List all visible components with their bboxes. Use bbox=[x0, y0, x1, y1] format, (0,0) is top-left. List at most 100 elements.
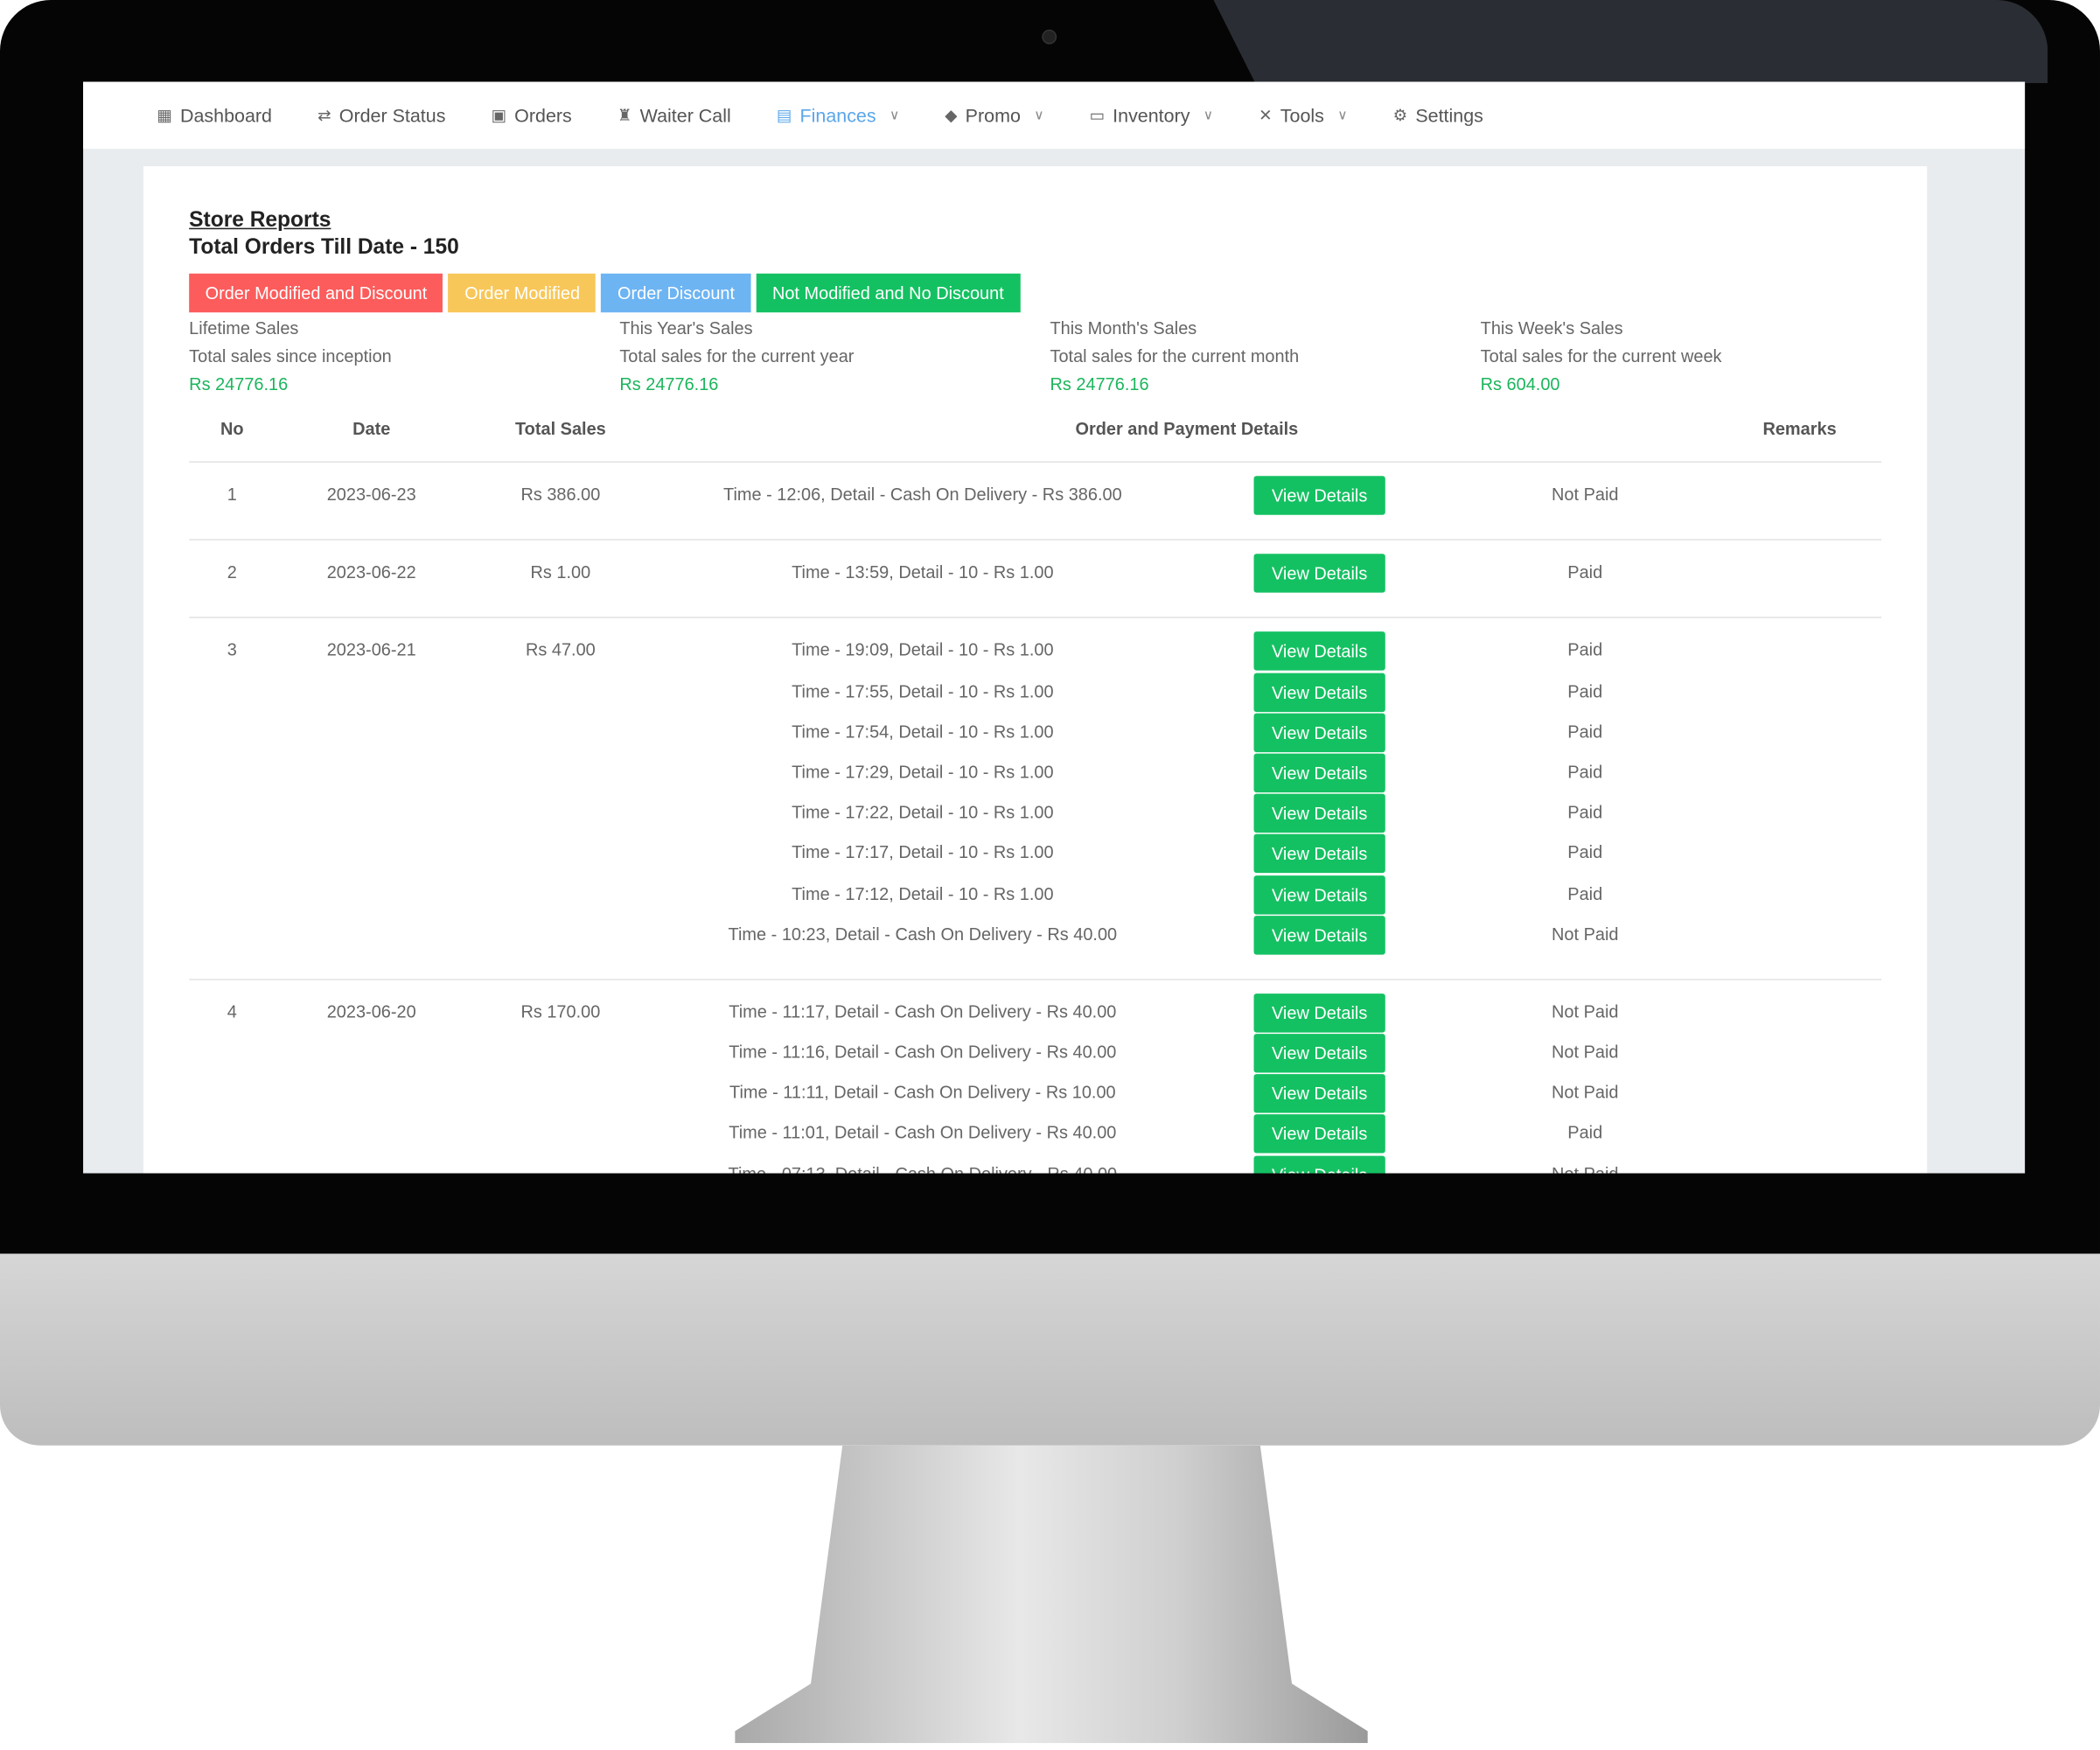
cell-detail: Time - 17:17, Detail - 10 - Rs 1.00 bbox=[792, 842, 1054, 863]
chevron-down-icon: ∨ bbox=[889, 108, 900, 123]
table-row: Time - 10:23, Detail - Cash On Delivery … bbox=[189, 915, 1881, 961]
cell-remark: Not Paid bbox=[1552, 1082, 1619, 1103]
view-details-button[interactable]: View Details bbox=[1253, 672, 1385, 712]
nav-item-orders[interactable]: ▣ Orders bbox=[492, 105, 572, 127]
cell-remark: Not Paid bbox=[1552, 923, 1619, 944]
cell-detail: Time - 11:11, Detail - Cash On Delivery … bbox=[729, 1082, 1116, 1103]
view-details-button[interactable]: View Details bbox=[1253, 834, 1385, 874]
cell-remark: Paid bbox=[1567, 842, 1603, 863]
nav-item-order-status[interactable]: ⇄ Order Status bbox=[317, 105, 445, 127]
table-row-group: 3 2023-06-21 Rs 47.00 Time - 19:09, Detail … bbox=[189, 617, 1882, 979]
view-details-button[interactable]: View Details bbox=[1253, 753, 1385, 793]
cell-detail: Time - 13:59, Detail - 10 - Rs 1.00 bbox=[792, 561, 1054, 582]
nav-label: Waiter Call bbox=[639, 104, 731, 127]
cell-no: 3 bbox=[227, 639, 237, 660]
cell-detail: Time - 11:16, Detail - Cash On Delivery … bbox=[729, 1042, 1117, 1063]
cell-remark: Not Paid bbox=[1552, 1163, 1618, 1173]
header-remarks: Remarks bbox=[1762, 418, 1837, 439]
view-details-button[interactable]: View Details bbox=[1253, 1114, 1385, 1154]
legend-order-modified: Order Modified bbox=[448, 273, 597, 313]
chevron-down-icon: ∨ bbox=[1203, 108, 1214, 123]
view-details-button[interactable]: View Details bbox=[1253, 631, 1385, 672]
cell-date: 2023-06-20 bbox=[326, 1001, 416, 1022]
stat-card: This Year's Sales Total sales for the cur… bbox=[619, 314, 1050, 399]
tag-icon: ◆ bbox=[945, 106, 958, 125]
cell-date: 2023-06-21 bbox=[326, 639, 416, 660]
stat-title: This Month's Sales bbox=[1050, 317, 1197, 338]
cell-detail: Time - 17:55, Detail - 10 - Rs 1.00 bbox=[792, 680, 1054, 701]
table-row: 2 2023-06-22 Rs 1.00 Time - 13:59, Detail -… bbox=[189, 554, 1881, 600]
table-row: Time - 07:13, Detail - Cash On Delivery … bbox=[189, 1155, 1881, 1174]
tools-icon: ✕ bbox=[1259, 106, 1273, 125]
stat-card: This Week's Sales Total sales for the cur… bbox=[1481, 314, 1911, 399]
stat-title: This Year's Sales bbox=[619, 317, 753, 338]
monitor-stand bbox=[735, 1445, 1368, 1744]
cell-total: Rs 170.00 bbox=[520, 1001, 601, 1022]
stat-amount: Rs 24776.16 bbox=[189, 373, 289, 394]
nav-item-finances[interactable]: ▤ Finances ∨ bbox=[777, 105, 899, 127]
view-details-button[interactable]: View Details bbox=[1253, 1155, 1385, 1174]
header-total: Total Sales bbox=[514, 418, 606, 439]
table-row-group: 2 2023-06-22 Rs 1.00 Time - 13:59, Detail -… bbox=[189, 539, 1882, 617]
cell-detail: Time - 17:29, Detail - 10 - Rs 1.00 bbox=[792, 761, 1054, 782]
stat-description: Total sales since inception bbox=[189, 345, 392, 366]
view-details-button[interactable]: View Details bbox=[1253, 1034, 1385, 1073]
nav-item-dashboard[interactable]: ▦ Dashboard bbox=[157, 105, 272, 127]
table-row-group: 1 2023-06-23 Rs 386.00 Time - 12:06, Detail… bbox=[189, 461, 1882, 539]
nav-label: Tools bbox=[1280, 104, 1324, 127]
nav-label: Promo bbox=[965, 104, 1021, 127]
table-row: 3 2023-06-21 Rs 47.00 Time - 19:09, Detail … bbox=[189, 631, 1881, 678]
cell-detail: Time - 17:12, Detail - 10 - Rs 1.00 bbox=[792, 882, 1054, 903]
legend-order-discount: Order Discount bbox=[601, 273, 751, 313]
view-details-button[interactable]: View Details bbox=[1253, 554, 1385, 593]
table-row: Time - 17:12, Detail - 10 - Rs 1.00 View … bbox=[189, 875, 1881, 921]
nav-item-promo[interactable]: ◆ Promo ∨ bbox=[945, 105, 1043, 127]
finance-icon: ▤ bbox=[776, 106, 792, 125]
view-details-button[interactable]: View Details bbox=[1253, 915, 1385, 955]
legend-order-modified-and-discount: Order Modified and Discount bbox=[189, 273, 443, 313]
header-no: No bbox=[220, 418, 244, 439]
view-details-button[interactable]: View Details bbox=[1253, 713, 1385, 752]
nav-item-waiter-call[interactable]: ♜ Waiter Call bbox=[617, 105, 731, 127]
table-row: Time - 17:55, Detail - 10 - Rs 1.00 View … bbox=[189, 672, 1881, 718]
nav-item-tools[interactable]: ✕ Tools ∨ bbox=[1259, 105, 1347, 127]
view-details-button[interactable]: View Details bbox=[1253, 793, 1385, 833]
camera bbox=[1042, 29, 1057, 45]
cell-remark: Paid bbox=[1567, 639, 1603, 660]
stat-amount: Rs 24776.16 bbox=[619, 373, 719, 394]
nav-item-settings[interactable]: ⚙ Settings bbox=[1393, 105, 1483, 127]
waiter-icon: ♜ bbox=[617, 106, 632, 125]
cell-detail: Time - 17:54, Detail - 10 - Rs 1.00 bbox=[792, 721, 1054, 742]
monitor-mockup: ▦ Dashboard ⇄ Order Status ▣ Orders ♜ Waiter Ca… bbox=[0, 0, 2100, 1750]
cell-remark: Paid bbox=[1567, 802, 1603, 823]
table-row: Time - 11:01, Detail - Cash On Delivery … bbox=[189, 1114, 1881, 1161]
cell-remark: Paid bbox=[1567, 561, 1603, 582]
stat-description: Total sales for the current year bbox=[619, 345, 855, 366]
legend-not-modified-and-no-discount: Not Modified and No Discount bbox=[756, 273, 1021, 313]
view-details-button[interactable]: View Details bbox=[1253, 476, 1385, 515]
header-date: Date bbox=[352, 418, 391, 439]
nav-label: Settings bbox=[1415, 104, 1483, 127]
cell-total: Rs 1.00 bbox=[530, 561, 591, 582]
cell-detail: Time - 17:22, Detail - 10 - Rs 1.00 bbox=[792, 802, 1054, 823]
screen: ▦ Dashboard ⇄ Order Status ▣ Orders ♜ Waiter Ca… bbox=[83, 81, 2026, 1174]
nav-item-inventory[interactable]: ▭ Inventory ∨ bbox=[1090, 105, 1213, 127]
view-details-button[interactable]: View Details bbox=[1253, 1074, 1385, 1113]
view-details-button[interactable]: View Details bbox=[1253, 875, 1385, 914]
view-details-button[interactable]: View Details bbox=[1253, 993, 1385, 1033]
cell-date: 2023-06-22 bbox=[326, 561, 416, 582]
stat-card: Lifetime Sales Total sales since inceptio… bbox=[189, 314, 619, 399]
stat-amount: Rs 24776.16 bbox=[1050, 373, 1149, 394]
monitor-chin bbox=[0, 1253, 2100, 1446]
cell-date: 2023-06-23 bbox=[326, 484, 416, 505]
stat-title: Lifetime Sales bbox=[189, 317, 299, 338]
table-row: Time - 17:22, Detail - 10 - Rs 1.00 View … bbox=[189, 793, 1881, 840]
cell-detail: Time - 11:17, Detail - Cash On Delivery … bbox=[729, 1001, 1117, 1022]
cell-detail: Time - 12:06, Detail - Cash On Delivery … bbox=[723, 484, 1122, 505]
header-details: Order and Payment Details bbox=[1075, 418, 1299, 439]
stat-title: This Week's Sales bbox=[1480, 317, 1623, 338]
table-row: Time - 11:11, Detail - Cash On Delivery … bbox=[189, 1074, 1881, 1120]
inventory-icon: ▭ bbox=[1089, 106, 1105, 125]
order-status-icon: ⇄ bbox=[317, 106, 331, 125]
stat-amount: Rs 604.00 bbox=[1480, 373, 1560, 394]
